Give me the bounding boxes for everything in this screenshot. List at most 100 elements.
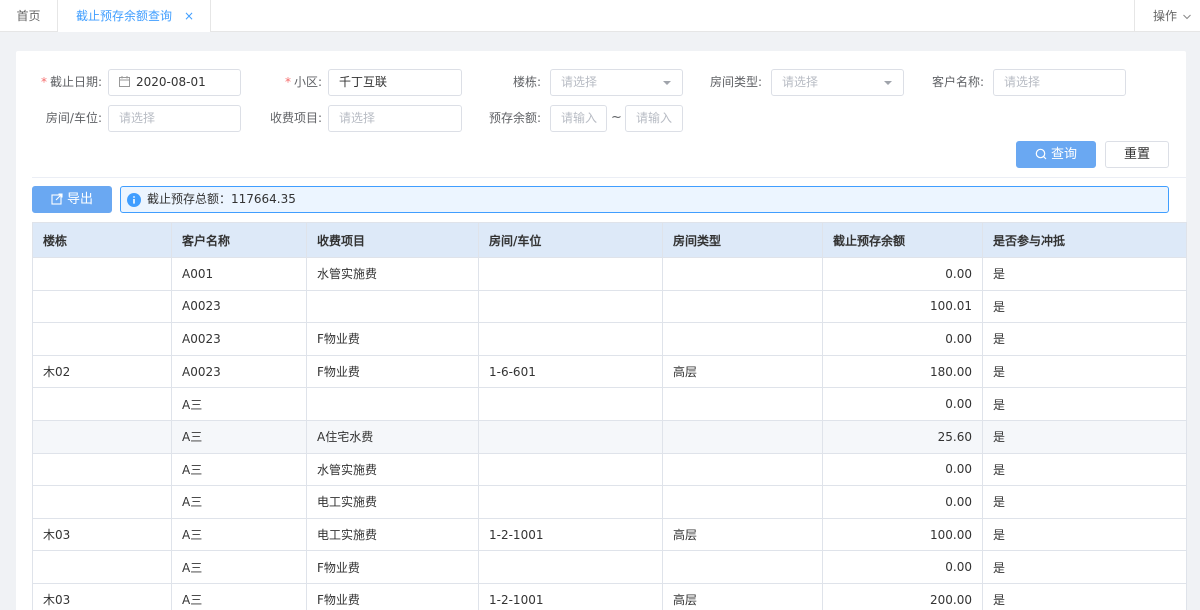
cell-fee-item: F物业费 <box>306 322 479 356</box>
table-row[interactable]: A001 水管实施费 0.00 是 <box>32 257 1187 291</box>
tab-bar: 首页 截止预存余额查询 × 操作 <box>0 0 1200 32</box>
building-select[interactable]: 请选择 <box>550 69 683 96</box>
cell-fee-item: 电工实施费 <box>306 517 479 552</box>
cell-customer: A0023 <box>171 322 307 356</box>
cell-room: 1-6-601 <box>478 354 663 389</box>
cell-room-type <box>662 387 823 421</box>
cell-balance: 0.00 <box>822 452 983 487</box>
cell-building: 木03 <box>32 582 172 610</box>
deadline-date-picker[interactable]: 2020-08-01 <box>108 69 241 96</box>
cell-building <box>32 289 172 324</box>
table-row[interactable]: A三 水管实施费 0.00 是 <box>32 452 1187 487</box>
column-header-room-type[interactable]: 房间类型 <box>662 222 823 258</box>
column-header-room[interactable]: 房间/车位 <box>478 222 663 258</box>
table-row[interactable]: A三 F物业费 0.00 是 <box>32 550 1187 584</box>
cell-balance: 100.00 <box>822 517 983 552</box>
cell-balance: 0.00 <box>822 485 983 519</box>
cell-room <box>478 452 663 487</box>
tab-prestore-balance-query[interactable]: 截止预存余额查询 × <box>58 0 211 32</box>
chevron-down-icon <box>663 81 671 85</box>
deadline-value: 2020-08-01 <box>136 75 206 89</box>
cell-offset: 是 <box>982 387 1187 421</box>
column-header-fee-item[interactable]: 收费项目 <box>306 222 479 258</box>
community-select[interactable]: 千丁互联 <box>328 69 462 96</box>
required-mark: * <box>40 75 47 89</box>
room-parking-select[interactable]: 请选择 <box>108 105 241 132</box>
cell-room: 1-2-1001 <box>478 517 663 552</box>
balance-table: 楼栋 客户名称 收费项目 房间/车位 房间类型 截止预存余额 是否参与冲抵 A0… <box>32 222 1187 610</box>
column-header-offset[interactable]: 是否参与冲抵 <box>982 222 1187 258</box>
cell-offset: 是 <box>982 322 1187 356</box>
cell-building <box>32 452 172 487</box>
balance-min-input[interactable]: 请输入 <box>550 105 607 132</box>
table-row-hovered[interactable]: A三 A住宅水费 25.60 是 <box>32 419 1187 454</box>
room-type-select[interactable]: 请选择 <box>771 69 904 96</box>
table-row[interactable]: 木03 A三 电工实施费 1-2-1001 高层 100.00 是 <box>32 517 1187 552</box>
cell-room <box>478 387 663 421</box>
column-header-customer[interactable]: 客户名称 <box>171 222 307 258</box>
summary-total-text: 截止预存总额：117664.35 <box>147 192 296 206</box>
cell-balance: 0.00 <box>822 387 983 421</box>
cell-balance: 25.60 <box>822 419 983 454</box>
cell-offset: 是 <box>982 354 1187 389</box>
room-type-label: 房间类型: <box>709 75 762 89</box>
column-header-building[interactable]: 楼栋 <box>32 222 172 258</box>
cell-room-type: 高层 <box>662 354 823 389</box>
cell-room-type <box>662 322 823 356</box>
query-panel: * 截止日期: 2020-08-01 * 小区: 千丁互联 楼栋: 请选择 房间类型… <box>16 51 1187 610</box>
search-icon <box>1035 148 1047 159</box>
cell-fee-item <box>306 387 479 421</box>
table-row[interactable]: 木03 A三 F物业费 1-2-1001 高层 200.00 是 <box>32 582 1187 610</box>
operations-menu[interactable]: 操作 <box>1134 0 1200 32</box>
reset-button[interactable]: 重置 <box>1105 141 1169 168</box>
query-button-label: 查询 <box>1050 147 1077 162</box>
table-row[interactable]: A三 电工实施费 0.00 是 <box>32 485 1187 519</box>
cell-room <box>478 550 663 584</box>
cell-room-type <box>662 485 823 519</box>
cell-offset: 是 <box>982 582 1187 610</box>
cell-customer: A0023 <box>171 289 307 324</box>
balance-max-input[interactable]: 请输入 <box>625 105 683 132</box>
cell-room-type: 高层 <box>662 582 823 610</box>
cell-building: 木03 <box>32 517 172 552</box>
close-icon[interactable]: × <box>184 0 194 32</box>
cell-customer: A三 <box>171 582 307 610</box>
table-row[interactable]: A0023 F物业费 0.00 是 <box>32 322 1187 356</box>
customer-name-select[interactable]: 请选择 <box>993 69 1126 96</box>
cell-room <box>478 419 663 454</box>
balance-label: 预存余额: <box>488 111 541 125</box>
deadline-label-text: 截止日期: <box>49 75 102 89</box>
customer-name-label: 客户名称: <box>931 75 984 89</box>
cell-building <box>32 550 172 584</box>
info-icon <box>127 193 141 207</box>
query-button[interactable]: 查询 <box>1016 141 1096 168</box>
fee-item-label: 收费项目: <box>269 111 322 125</box>
cell-fee-item: 电工实施费 <box>306 485 479 519</box>
cell-room <box>478 257 663 291</box>
cell-fee-item: 水管实施费 <box>306 257 479 291</box>
cell-balance: 0.00 <box>822 322 983 356</box>
cell-room-type <box>662 257 823 291</box>
tab-label: 截止预存余额查询 <box>76 9 173 23</box>
required-mark: * <box>284 75 291 89</box>
cell-customer: A三 <box>171 452 307 487</box>
cell-customer: A三 <box>171 550 307 584</box>
cell-building <box>32 485 172 519</box>
cell-customer: A三 <box>171 485 307 519</box>
fee-item-select[interactable]: 请选择 <box>328 105 462 132</box>
cell-room-type <box>662 452 823 487</box>
column-header-balance[interactable]: 截止预存余额 <box>822 222 983 258</box>
table-row[interactable]: A三 0.00 是 <box>32 387 1187 421</box>
cell-offset: 是 <box>982 550 1187 584</box>
cell-fee-item: A住宅水费 <box>306 419 479 454</box>
range-separator: ~ <box>611 110 622 125</box>
community-label: * 小区: <box>252 69 322 96</box>
tab-home[interactable]: 首页 <box>0 0 58 32</box>
cell-offset: 是 <box>982 419 1187 454</box>
cell-customer: A三 <box>171 387 307 421</box>
cell-balance: 200.00 <box>822 582 983 610</box>
export-button[interactable]: 导出 <box>32 186 112 213</box>
table-row[interactable]: A0023 100.01 是 <box>32 289 1187 324</box>
table-row[interactable]: 木02 A0023 F物业费 1-6-601 高层 180.00 是 <box>32 354 1187 389</box>
divider <box>32 177 1186 178</box>
